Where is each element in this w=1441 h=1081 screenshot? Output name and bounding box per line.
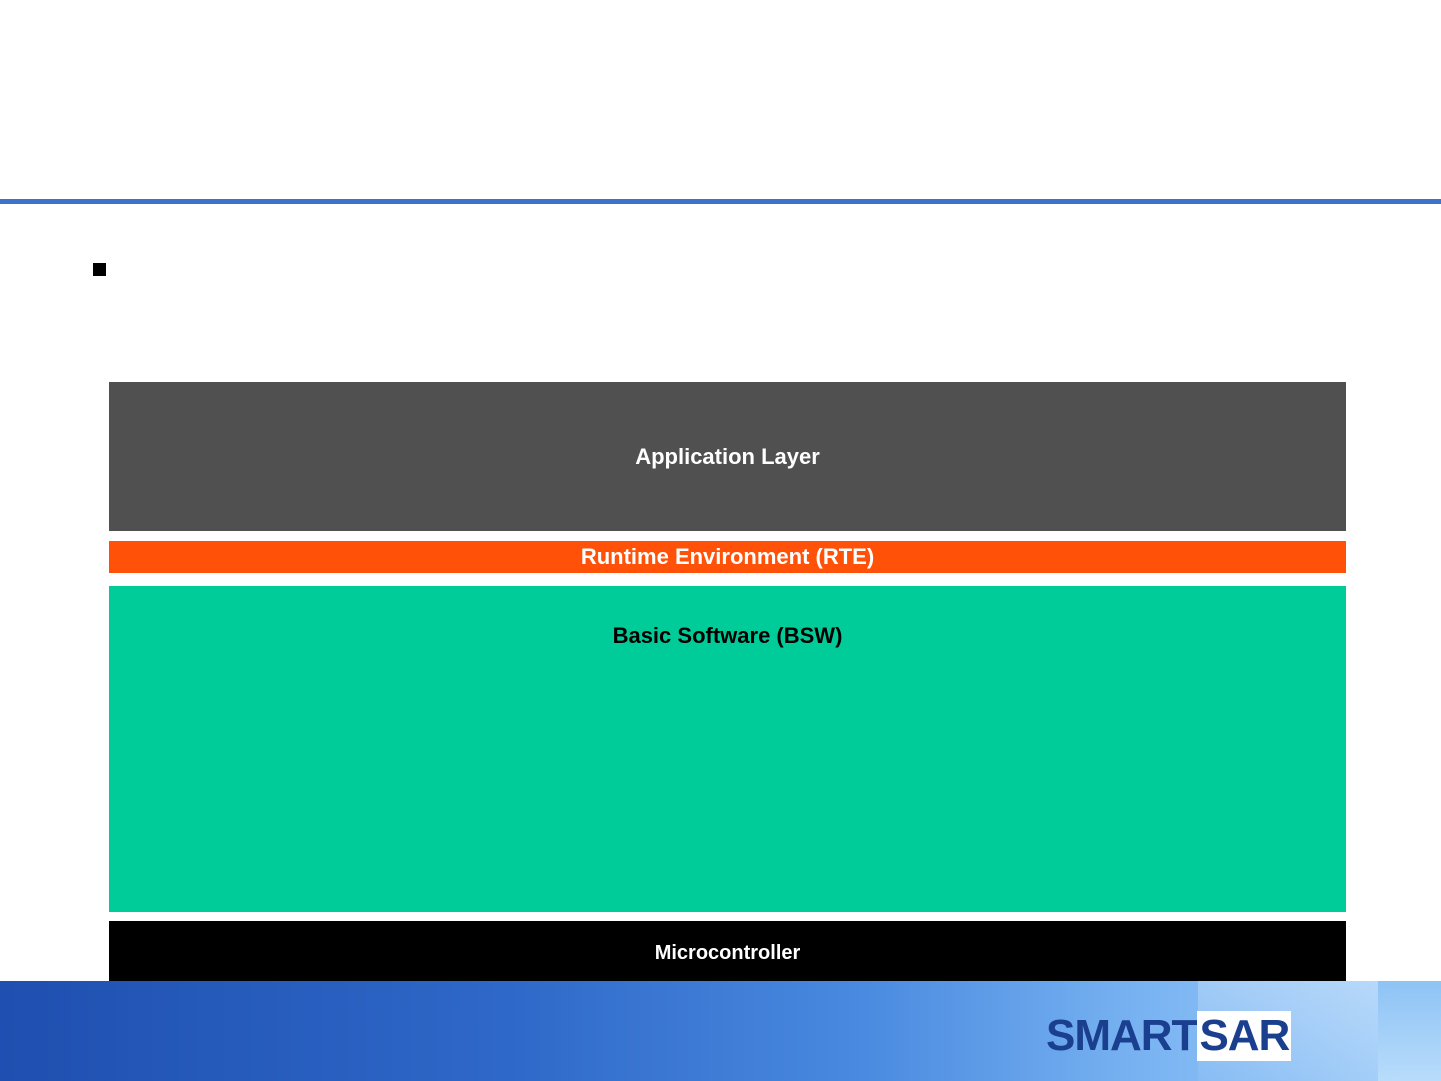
rte-layer-block: Runtime Environment (RTE) bbox=[109, 541, 1346, 573]
slide: Application Layer Runtime Environment (R… bbox=[0, 0, 1441, 1081]
rte-layer-label: Runtime Environment (RTE) bbox=[580, 544, 875, 569]
footer-edge-stripe bbox=[1378, 981, 1441, 1081]
application-layer-label: Application Layer bbox=[635, 443, 820, 469]
bsw-layer-label: Basic Software (BSW) bbox=[612, 623, 843, 648]
architecture-diagram: Application Layer Runtime Environment (R… bbox=[96, 374, 1364, 993]
bullet-square-icon bbox=[93, 263, 106, 276]
logo-text-smart: SMART bbox=[1046, 1011, 1198, 1060]
bsw-layer-block: Basic Software (BSW) bbox=[109, 586, 1346, 912]
microcontroller-layer-label: Microcontroller bbox=[654, 941, 801, 964]
application-layer-block: Application Layer bbox=[109, 382, 1346, 531]
microcontroller-layer-block: Microcontroller bbox=[109, 921, 1346, 985]
logo-text-sar: SAR bbox=[1197, 1011, 1292, 1061]
title-divider bbox=[0, 199, 1441, 204]
smartsar-logo: SMART SAR bbox=[1046, 1011, 1292, 1061]
